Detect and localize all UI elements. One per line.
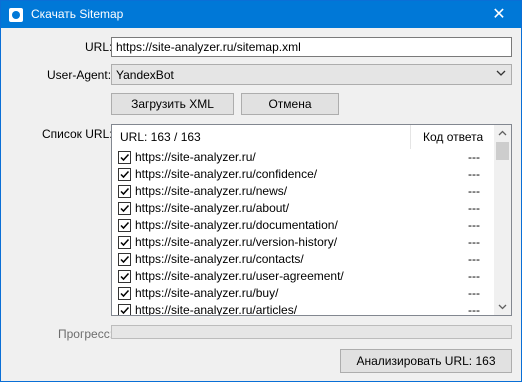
- close-icon[interactable]: ✕: [477, 1, 521, 28]
- checkmark-icon: [120, 306, 130, 315]
- row-status-code: ---: [468, 235, 480, 249]
- row-url: https://site-analyzer.ru/news/: [135, 184, 288, 198]
- checkmark-icon: [120, 255, 130, 264]
- row-url: https://site-analyzer.ru/user-agreement/: [135, 269, 344, 283]
- progress-label: Прогресс:: [58, 327, 114, 341]
- scroll-up-icon[interactable]: [494, 125, 511, 142]
- row-checkbox[interactable]: [118, 219, 131, 232]
- checkmark-icon: [120, 272, 130, 281]
- user-agent-value: YandexBot: [116, 68, 174, 82]
- chevron-down-icon: [496, 70, 506, 76]
- row-checkbox[interactable]: [118, 236, 131, 249]
- list-item[interactable]: https://site-analyzer.ru/buy/ ---: [112, 285, 494, 302]
- url-input[interactable]: [111, 37, 512, 57]
- app-icon: [9, 8, 23, 22]
- row-checkbox[interactable]: [118, 270, 131, 283]
- checkmark-icon: [120, 221, 130, 230]
- row-status-code: ---: [468, 184, 480, 198]
- analyze-button[interactable]: Анализировать URL: 163: [340, 349, 512, 373]
- row-checkbox[interactable]: [118, 304, 131, 315]
- scrollbar-thumb[interactable]: [496, 142, 509, 160]
- column-separator[interactable]: [410, 125, 411, 149]
- row-status-code: ---: [468, 167, 480, 181]
- checkmark-icon: [120, 153, 130, 162]
- url-list-label: Список URL:: [42, 127, 113, 141]
- list-item[interactable]: https://site-analyzer.ru/about/ ---: [112, 200, 494, 217]
- scroll-down-icon[interactable]: [494, 298, 511, 315]
- checkmark-icon: [120, 187, 130, 196]
- list-item[interactable]: https://site-analyzer.ru/user-agreement/…: [112, 268, 494, 285]
- title-bar[interactable]: Скачать Sitemap ✕: [1, 1, 521, 28]
- list-item[interactable]: https://site-analyzer.ru/documentation/ -…: [112, 217, 494, 234]
- list-item[interactable]: https://site-analyzer.ru/contacts/ ---: [112, 251, 494, 268]
- list-header: URL: 163 / 163 Код ответа: [112, 125, 511, 149]
- row-checkbox[interactable]: [118, 151, 131, 164]
- row-url: https://site-analyzer.ru/: [135, 150, 256, 164]
- row-url: https://site-analyzer.ru/contacts/: [135, 252, 304, 266]
- checkmark-icon: [120, 204, 130, 213]
- row-url: https://site-analyzer.ru/version-history…: [135, 235, 338, 249]
- row-status-code: ---: [468, 303, 480, 316]
- url-list[interactable]: URL: 163 / 163 Код ответа https://site-a…: [111, 124, 512, 316]
- list-item[interactable]: https://site-analyzer.ru/articles/ ---: [112, 302, 494, 316]
- load-xml-button[interactable]: Загрузить XML: [111, 93, 234, 115]
- row-status-code: ---: [468, 269, 480, 283]
- row-checkbox[interactable]: [118, 185, 131, 198]
- row-checkbox[interactable]: [118, 168, 131, 181]
- row-url: https://site-analyzer.ru/buy/: [135, 286, 279, 300]
- list-item[interactable]: https://site-analyzer.ru/news/ ---: [112, 183, 494, 200]
- checkmark-icon: [120, 238, 130, 247]
- row-status-code: ---: [468, 201, 480, 215]
- sitemap-dialog: Скачать Sitemap ✕ URL: User-Agent: Yande…: [0, 0, 522, 382]
- list-item[interactable]: https://site-analyzer.ru/ ---: [112, 149, 494, 166]
- progress-bar: [111, 325, 512, 339]
- column-header-status-code[interactable]: Код ответа: [423, 130, 483, 144]
- row-checkbox[interactable]: [118, 202, 131, 215]
- user-agent-label: User-Agent:: [47, 68, 112, 82]
- row-url: https://site-analyzer.ru/documentation/: [135, 218, 338, 232]
- row-url: https://site-analyzer.ru/articles/: [135, 303, 298, 316]
- row-checkbox[interactable]: [118, 253, 131, 266]
- row-status-code: ---: [468, 218, 480, 232]
- row-status-code: ---: [468, 286, 480, 300]
- list-item[interactable]: https://site-analyzer.ru/confidence/ ---: [112, 166, 494, 183]
- list-item[interactable]: https://site-analyzer.ru/version-history…: [112, 234, 494, 251]
- vertical-scrollbar[interactable]: [494, 125, 511, 315]
- row-status-code: ---: [468, 150, 480, 164]
- url-label: URL:: [85, 40, 113, 54]
- window-title: Скачать Sitemap: [31, 7, 124, 21]
- checkmark-icon: [120, 170, 130, 179]
- checkmark-icon: [120, 289, 130, 298]
- row-url: https://site-analyzer.ru/confidence/: [135, 167, 318, 181]
- row-url: https://site-analyzer.ru/about/: [135, 201, 290, 215]
- row-checkbox[interactable]: [118, 287, 131, 300]
- user-agent-select[interactable]: YandexBot: [111, 64, 512, 85]
- column-header-url[interactable]: URL: 163 / 163: [120, 130, 201, 144]
- row-status-code: ---: [468, 252, 480, 266]
- url-rows: https://site-analyzer.ru/--- https://site…: [112, 149, 494, 316]
- cancel-button[interactable]: Отмена: [241, 93, 339, 115]
